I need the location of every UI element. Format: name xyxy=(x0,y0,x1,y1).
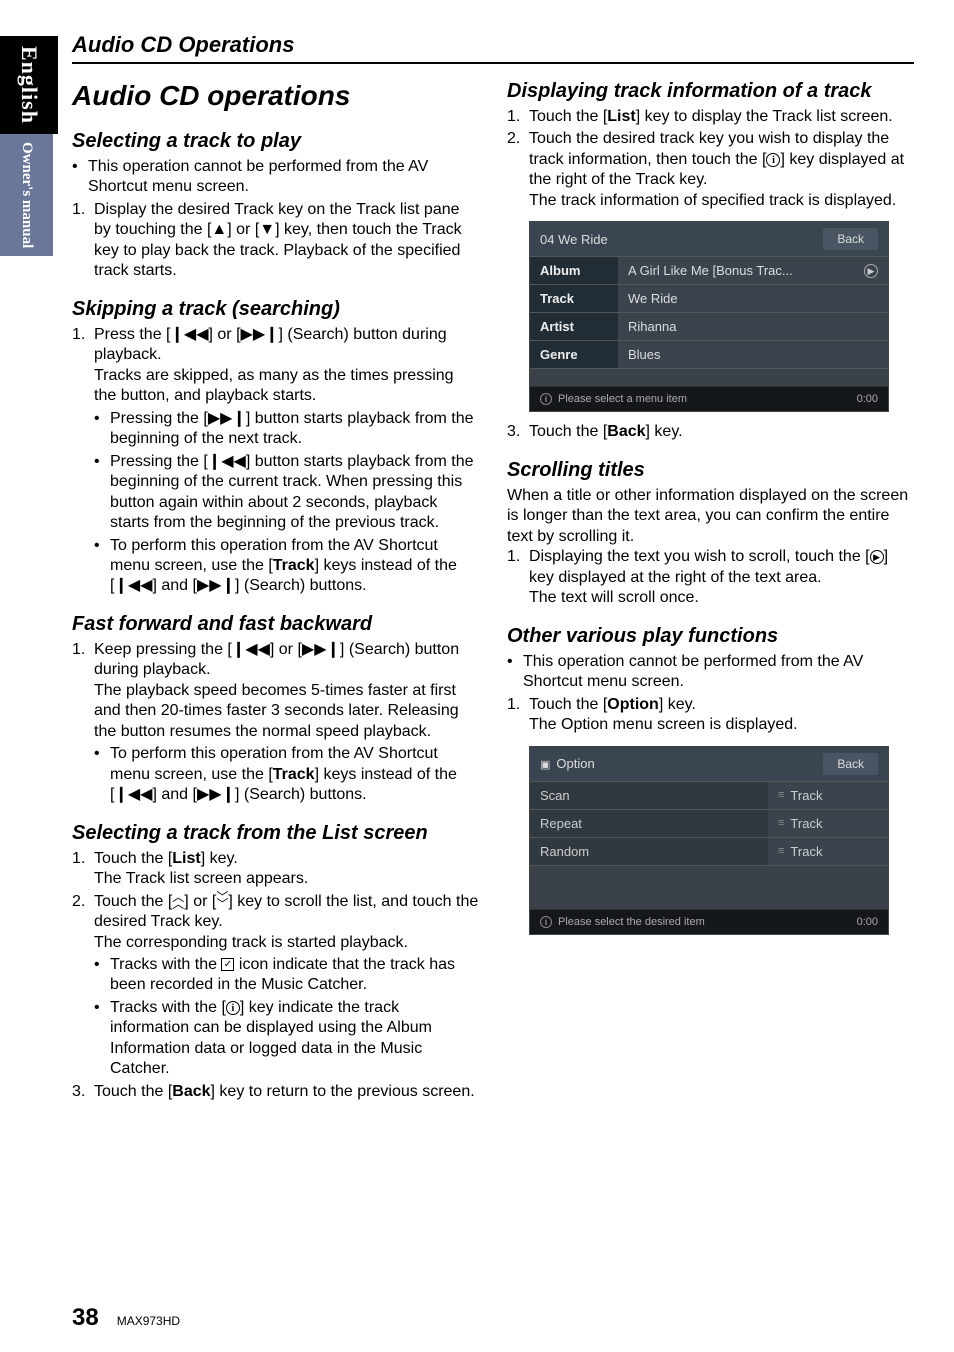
screenshot-title: 04 We Ride xyxy=(540,232,608,247)
next-icon: ▶▶❙ xyxy=(241,326,279,343)
sec-list: Selecting a track from the List screen xyxy=(72,822,479,845)
sec-scrolling: Scrolling titles xyxy=(507,459,914,482)
body-text: Touch the [Back] key. xyxy=(507,422,914,442)
label-artist: Artist xyxy=(530,313,618,340)
body-text: Touch the [List] key to display the Trac… xyxy=(507,107,914,127)
body-text: Tracks with the [i] key indicate the tra… xyxy=(94,998,479,1080)
info-icon: i xyxy=(226,1001,240,1015)
label-album: Album xyxy=(530,257,618,284)
body-text: Pressing the [❙◀◀] button starts playbac… xyxy=(94,452,479,534)
body-text: To perform this operation from the AV Sh… xyxy=(94,536,479,597)
value-album: A Girl Like Me [Bonus Trac... xyxy=(628,263,793,278)
next-icon: ▶▶❙ xyxy=(302,641,340,658)
body-text: Touch the [List] key. The Track list scr… xyxy=(72,849,479,890)
back-button: Back xyxy=(823,753,878,775)
manual-tab: Owner's manual xyxy=(0,134,53,256)
body-text: Touch the desired track key you wish to … xyxy=(507,129,914,211)
prev-icon: ❙◀◀ xyxy=(208,453,246,470)
scroll-icon: ▶ xyxy=(870,550,884,564)
sec-other: Other various play functions xyxy=(507,625,914,648)
option-random: Random xyxy=(530,838,768,865)
page-number: 38 xyxy=(72,1304,99,1332)
time-display: 0:00 xyxy=(857,916,878,928)
scroll-down-icon: ﹀﹀ xyxy=(216,894,228,908)
body-text: Touch the [Back] key to return to the pr… xyxy=(72,1082,479,1102)
footer-text: Please select a menu item xyxy=(558,393,687,405)
track-info-screenshot: 04 We Ride Back Album A Girl Like Me [Bon… xyxy=(529,221,889,412)
next-icon: ▶▶❙ xyxy=(197,577,235,594)
prev-icon: ❙◀◀ xyxy=(232,641,270,658)
label-genre: Genre xyxy=(530,341,618,368)
list-icon: ≡ xyxy=(778,789,784,801)
down-icon: ▼ xyxy=(259,221,275,238)
next-icon: ▶▶❙ xyxy=(197,786,235,803)
screenshot-title: ▣Option xyxy=(540,756,595,771)
body-text: Pressing the [▶▶❙] button starts playbac… xyxy=(94,409,479,450)
checkbox-icon: ✓ xyxy=(221,958,234,971)
option-value: Track xyxy=(790,788,822,803)
scroll-up-icon: ︿︿ xyxy=(172,894,184,908)
lang-tab: English xyxy=(0,36,58,134)
option-scan: Scan xyxy=(530,782,768,809)
info-icon: i xyxy=(766,153,780,167)
option-menu-screenshot: ▣Option Back Scan ≡ Track Repeat ≡ Track Ran… xyxy=(529,746,889,935)
sec-disp-info: Displaying track information of a track xyxy=(507,80,914,103)
info-icon: i xyxy=(540,916,552,928)
sec-select-track: Selecting a track to play xyxy=(72,130,479,153)
body-text: This operation cannot be performed from … xyxy=(507,652,914,693)
list-icon: ≡ xyxy=(778,817,784,829)
back-button: Back xyxy=(823,228,878,250)
body-text: This operation cannot be performed from … xyxy=(72,157,479,198)
body-text: When a title or other information displa… xyxy=(507,486,914,547)
time-display: 0:00 xyxy=(857,393,878,405)
sec-skipping: Skipping a track (searching) xyxy=(72,298,479,321)
body-text: Press the [❙◀◀] or [▶▶❙] (Search) button… xyxy=(72,325,479,597)
prev-icon: ❙◀◀ xyxy=(114,786,152,803)
footer-text: Please select the desired item xyxy=(558,916,705,928)
body-text: Tracks with the ✓ icon indicate that the… xyxy=(94,955,479,996)
body-text: To perform this operation from the AV Sh… xyxy=(94,744,479,805)
section-heading: Audio CD Operations xyxy=(72,32,914,64)
scroll-icon: ▶ xyxy=(864,264,878,278)
sec-fast: Fast forward and fast backward xyxy=(72,613,479,636)
value-track: We Ride xyxy=(618,285,888,312)
next-icon: ▶▶❙ xyxy=(208,410,246,427)
option-repeat: Repeat xyxy=(530,810,768,837)
page-title: Audio CD operations xyxy=(72,80,479,112)
label-track: Track xyxy=(530,285,618,312)
body-text: Keep pressing the [❙◀◀] or [▶▶❙] (Search… xyxy=(72,640,479,806)
body-text: Display the desired Track key on the Tra… xyxy=(72,200,479,282)
body-text: Touch the [Option] key. The Option menu … xyxy=(507,695,914,736)
body-text: Touch the [︿︿] or [﹀﹀] key to scroll the… xyxy=(72,892,479,1080)
info-icon: i xyxy=(540,393,552,405)
option-value: Track xyxy=(790,816,822,831)
list-icon: ≡ xyxy=(778,845,784,857)
model-number: MAX973HD xyxy=(117,1314,180,1328)
up-icon: ▲ xyxy=(211,221,227,238)
body-text: Displaying the text you wish to scroll, … xyxy=(507,547,914,608)
option-value: Track xyxy=(790,844,822,859)
prev-icon: ❙◀◀ xyxy=(114,577,152,594)
value-genre: Blues xyxy=(618,341,888,368)
value-artist: Rihanna xyxy=(618,313,888,340)
prev-icon: ❙◀◀ xyxy=(170,326,208,343)
